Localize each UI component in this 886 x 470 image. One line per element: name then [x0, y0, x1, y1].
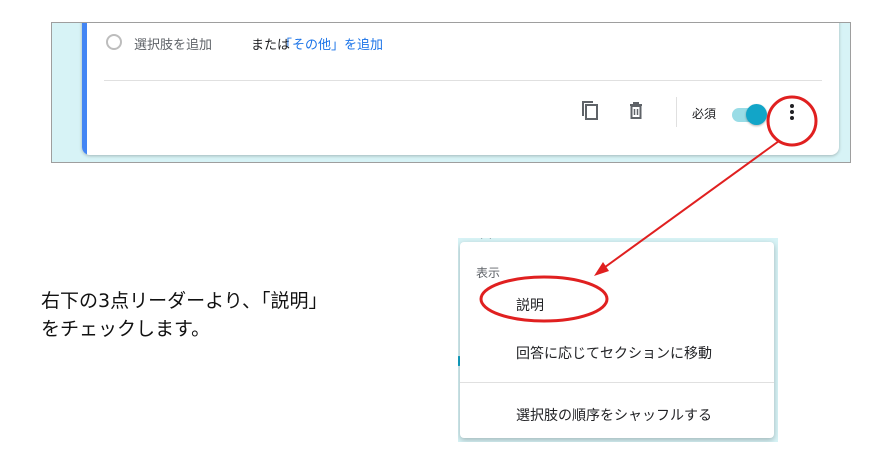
radio-icon	[106, 34, 122, 50]
chevron-up-icon	[481, 238, 491, 239]
required-toggle[interactable]	[732, 104, 768, 126]
add-other-link[interactable]: 「その他」を追加	[279, 34, 383, 53]
menu-item-shuffle-options[interactable]: 選択肢の順序をシャッフルする	[516, 405, 712, 425]
menu-divider	[460, 382, 774, 383]
toggle-thumb	[746, 104, 767, 125]
instruction-line-2: をチェックします。	[41, 318, 211, 340]
required-label: 必須	[692, 107, 717, 121]
question-card-screenshot: 選択肢を追加 または 「その他」を追加 必須	[51, 22, 851, 163]
question-card: 選択肢を追加 または 「その他」を追加 必須	[82, 23, 839, 155]
footer-divider	[104, 80, 822, 81]
card-accent-bar	[82, 23, 87, 155]
copy-icon[interactable]	[579, 99, 601, 123]
menu-screenshot: 表示 説明 回答に応じてセクションに移動 選択肢の順序をシャッフルする	[458, 238, 778, 442]
menu-header: 表示	[476, 266, 501, 280]
menu-item-description[interactable]: 説明	[516, 295, 544, 315]
instruction-text: 右下の3点リーダーより、「説明」 をチェックします。	[41, 287, 441, 343]
more-vert-icon[interactable]	[782, 99, 802, 125]
instruction-line-1: 右下の3点リーダーより、「説明」	[41, 290, 328, 312]
toolbar-divider	[676, 97, 677, 127]
more-options-menu: 表示 説明 回答に応じてセクションに移動 選択肢の順序をシャッフルする	[460, 242, 774, 438]
add-option-link[interactable]: 選択肢を追加	[134, 34, 212, 53]
menu-item-go-to-section[interactable]: 回答に応じてセクションに移動	[516, 343, 712, 363]
trash-icon[interactable]	[625, 99, 647, 123]
